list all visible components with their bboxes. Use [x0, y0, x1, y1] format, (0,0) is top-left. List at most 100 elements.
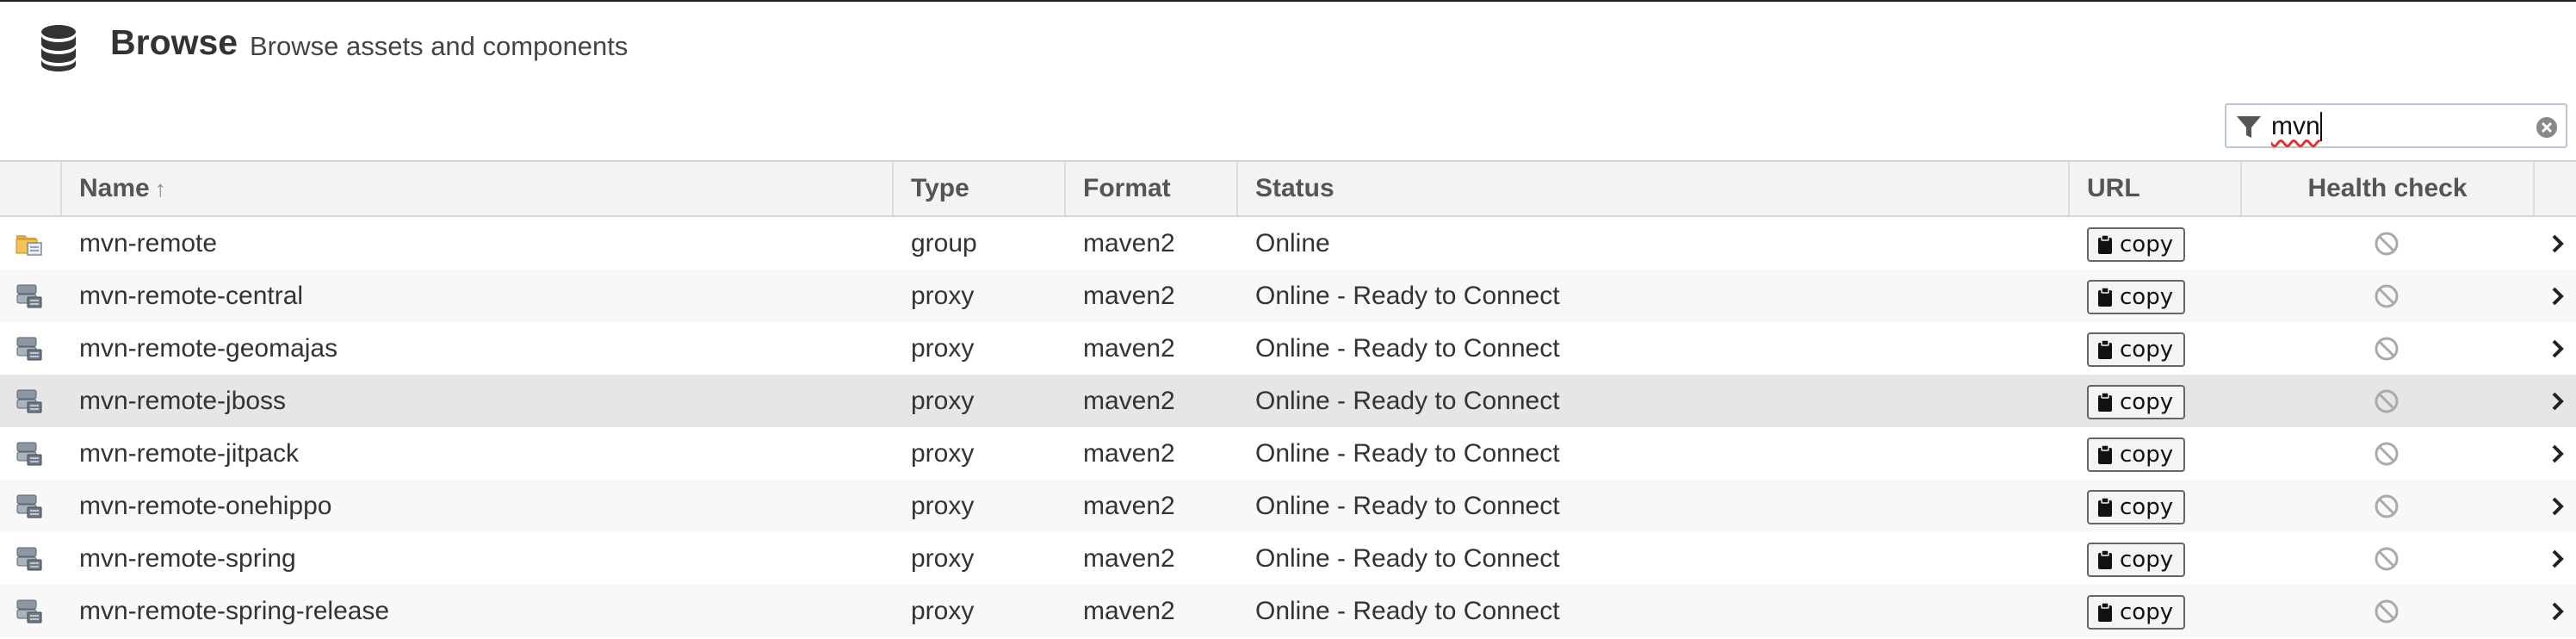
column-header-name[interactable]: Name ↑: [60, 162, 892, 215]
clipboard-icon: [2098, 497, 2112, 517]
column-header-health-check[interactable]: Health check: [2240, 162, 2533, 215]
chevron-right-icon[interactable]: [2550, 493, 2566, 519]
health-check-disabled-icon[interactable]: [2373, 545, 2400, 573]
repository-type: group: [911, 229, 977, 257]
repository-status: Online - Ready to Connect: [1255, 544, 1560, 573]
repository-status: Online - Ready to Connect: [1255, 387, 1560, 415]
repository-format: maven2: [1083, 492, 1175, 520]
copy-url-button[interactable]: copy: [2087, 385, 2185, 419]
repository-status: Online: [1255, 229, 1330, 257]
repository-format: maven2: [1083, 597, 1175, 625]
clipboard-icon: [2098, 234, 2112, 254]
filter-icon: [2237, 116, 2261, 138]
clipboard-icon: [2098, 339, 2112, 359]
copy-url-button[interactable]: copy: [2087, 227, 2185, 262]
database-icon: [41, 25, 76, 71]
repository-status: Online - Ready to Connect: [1255, 597, 1560, 625]
table-row[interactable]: mvn-remote-spring proxy maven2 Online - Rea…: [0, 532, 2576, 585]
repository-type: proxy: [911, 597, 975, 625]
repository-type: proxy: [911, 492, 975, 520]
copy-url-button[interactable]: copy: [2087, 543, 2185, 577]
repository-status: Online - Ready to Connect: [1255, 334, 1560, 363]
chevron-right-icon[interactable]: [2550, 599, 2566, 624]
clipboard-icon: [2098, 392, 2112, 412]
health-check-disabled-icon[interactable]: [2373, 335, 2400, 363]
proxy-server-icon: [16, 547, 42, 571]
table-row[interactable]: mvn-remote-jboss proxy maven2 Online - Read…: [0, 375, 2576, 427]
health-check-disabled-icon[interactable]: [2373, 230, 2400, 257]
health-check-disabled-icon[interactable]: [2373, 388, 2400, 415]
table-row[interactable]: mvn-remote-central proxy maven2 Online - Re…: [0, 270, 2576, 322]
column-header-type[interactable]: Type: [892, 162, 1064, 215]
repository-format: maven2: [1083, 439, 1175, 468]
column-header-name-label: Name: [79, 174, 150, 202]
column-header-status[interactable]: Status: [1236, 162, 2068, 215]
filter-value[interactable]: mvn: [2271, 112, 2320, 141]
health-check-disabled-icon[interactable]: [2373, 282, 2400, 310]
clipboard-icon: [2098, 549, 2112, 569]
repository-name: mvn-remote: [79, 229, 218, 257]
repository-name: mvn-remote-central: [79, 282, 304, 310]
table-row[interactable]: mvn-remote-spring-release proxy maven2 Onli…: [0, 585, 2576, 637]
copy-button-label: copy: [2120, 442, 2174, 468]
clear-icon[interactable]: [2535, 115, 2559, 140]
proxy-server-icon: [16, 494, 42, 518]
copy-url-button[interactable]: copy: [2087, 437, 2185, 472]
table-row[interactable]: mvn-remote-jitpack proxy maven2 Online - Re…: [0, 427, 2576, 480]
repository-name: mvn-remote-jboss: [79, 387, 287, 415]
copy-button-label: copy: [2120, 284, 2174, 310]
copy-button-label: copy: [2120, 547, 2174, 573]
repository-name: mvn-remote-onehippo: [79, 492, 332, 520]
repository-status: Online - Ready to Connect: [1255, 439, 1560, 468]
proxy-server-icon: [16, 442, 42, 466]
repository-type: proxy: [911, 387, 975, 415]
health-check-disabled-icon[interactable]: [2373, 440, 2400, 468]
repository-name: mvn-remote-spring-release: [79, 597, 390, 625]
proxy-server-icon: [16, 389, 42, 413]
repository-name: mvn-remote-spring: [79, 544, 296, 573]
health-check-disabled-icon[interactable]: [2373, 493, 2400, 520]
sort-ascending-icon: ↑: [154, 176, 166, 202]
text-caret: [2320, 112, 2322, 141]
table-row[interactable]: mvn-remote-geomajas proxy maven2 Online - R…: [0, 322, 2576, 375]
clipboard-icon: [2098, 444, 2112, 464]
health-check-disabled-icon[interactable]: [2373, 598, 2400, 625]
repository-name: mvn-remote-jitpack: [79, 439, 300, 468]
chevron-right-icon[interactable]: [2550, 283, 2566, 309]
repository-status: Online - Ready to Connect: [1255, 492, 1560, 520]
column-icon-header: [0, 162, 60, 215]
chevron-right-icon[interactable]: [2550, 388, 2566, 414]
copy-url-button[interactable]: copy: [2087, 490, 2185, 524]
copy-button-label: copy: [2120, 337, 2174, 363]
repository-type: proxy: [911, 282, 975, 310]
page-subtitle: Browse assets and components: [250, 31, 629, 61]
filter-input[interactable]: mvn: [2225, 103, 2567, 148]
repository-format: maven2: [1083, 334, 1175, 363]
copy-url-button[interactable]: copy: [2087, 280, 2185, 314]
chevron-right-icon[interactable]: [2550, 546, 2566, 572]
table-row[interactable]: mvn-remote-onehippo proxy maven2 Online - R…: [0, 480, 2576, 532]
column-header-format[interactable]: Format: [1064, 162, 1236, 215]
table-row[interactable]: mvn-remote group maven2 Online copy: [0, 217, 2576, 270]
copy-button-label: copy: [2120, 494, 2174, 520]
repository-type: proxy: [911, 439, 975, 468]
repository-format: maven2: [1083, 282, 1175, 310]
group-folder-icon: [15, 235, 42, 256]
chevron-right-icon[interactable]: [2550, 231, 2566, 257]
clipboard-icon: [2098, 287, 2112, 307]
proxy-server-icon: [16, 599, 42, 623]
repository-format: maven2: [1083, 387, 1175, 415]
chevron-right-icon[interactable]: [2550, 441, 2566, 467]
copy-url-button[interactable]: copy: [2087, 332, 2185, 367]
page-title: Browse: [110, 22, 238, 62]
table-header: Name ↑ Type Format Status URL Health chec…: [0, 160, 2576, 217]
repository-type: proxy: [911, 334, 975, 363]
repository-format: maven2: [1083, 229, 1175, 257]
chevron-right-icon[interactable]: [2550, 336, 2566, 362]
copy-button-label: copy: [2120, 232, 2174, 257]
proxy-server-icon: [16, 284, 42, 308]
copy-url-button[interactable]: copy: [2087, 595, 2185, 630]
copy-button-label: copy: [2120, 389, 2174, 415]
column-header-url[interactable]: URL: [2068, 162, 2240, 215]
repository-type: proxy: [911, 544, 975, 573]
